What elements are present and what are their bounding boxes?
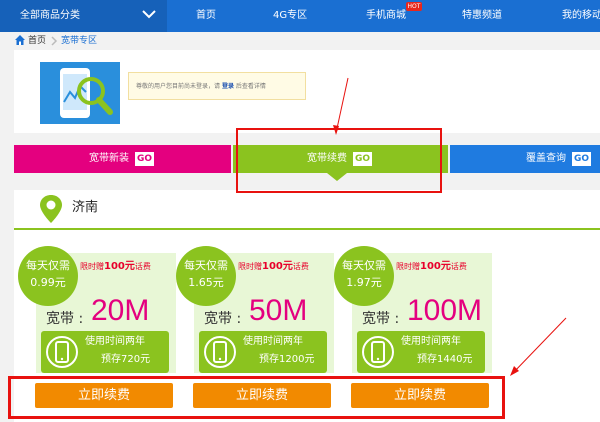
- mobile-phone-icon: [204, 336, 236, 368]
- hot-badge: HOT: [406, 2, 422, 11]
- city-name[interactable]: 济南: [72, 200, 98, 216]
- prestore-amount: 预存720元: [101, 354, 151, 365]
- broadband-label: 宽带 :: [46, 311, 84, 327]
- plan-terms-box: 使用时间两年 预存720元: [41, 331, 169, 373]
- broadband-label: 宽带 :: [362, 311, 400, 327]
- tab-new-broadband-label: 宽带新装: [89, 153, 129, 164]
- plan-speed: 20M: [91, 294, 150, 327]
- plan-speed: 100M: [407, 294, 483, 327]
- daily-price-value: 1.97元: [346, 276, 382, 289]
- nav-home[interactable]: 首页: [196, 0, 216, 32]
- login-link[interactable]: 登录: [222, 83, 234, 90]
- city-section: [14, 190, 600, 228]
- mobile-phone-icon: [46, 336, 78, 368]
- tab-new-broadband[interactable]: 宽带新装 GO: [14, 145, 231, 173]
- plan-speed: 50M: [249, 294, 308, 327]
- use-period: 使用时间两年: [243, 336, 303, 347]
- nav-4g[interactable]: 4G专区: [273, 0, 307, 32]
- category-menu-label: 全部商品分类: [20, 10, 80, 21]
- location-pin-icon: [40, 195, 62, 223]
- daily-price-value: 0.99元: [30, 276, 66, 289]
- go-badge: GO: [572, 152, 592, 166]
- daily-price-value: 1.65元: [188, 276, 224, 289]
- mobile-phone-icon: [362, 336, 394, 368]
- use-period: 使用时间两年: [401, 336, 461, 347]
- daily-price-label: 每天仅需: [342, 259, 386, 272]
- annotation-box-renewal-tab: [236, 128, 442, 193]
- notice-text: 尊敬的用户您目前尚未登录，请: [136, 83, 221, 90]
- annotation-box-renew-buttons: [8, 376, 505, 419]
- plan-terms-box: 使用时间两年 预存1200元: [199, 331, 327, 373]
- daily-price-label: 每天仅需: [184, 259, 228, 272]
- tab-coverage-query[interactable]: 覆盖查询 GO: [450, 145, 600, 173]
- promo-text: 限时赠100元话费: [396, 261, 467, 272]
- broadband-label: 宽带 :: [204, 311, 242, 327]
- notice-text-after: 后查看详情: [235, 83, 266, 90]
- daily-price-circle: 每天仅需 1.97元: [334, 246, 394, 306]
- category-menu[interactable]: 全部商品分类: [0, 0, 167, 32]
- prestore-amount: 预存1440元: [417, 354, 473, 365]
- plan-terms-box: 使用时间两年 预存1440元: [357, 331, 485, 373]
- phone-magnifier-icon: [40, 62, 120, 124]
- prestore-amount: 预存1200元: [259, 354, 315, 365]
- nav-my-mobile[interactable]: 我的移动: [562, 0, 600, 32]
- home-icon: [15, 35, 25, 45]
- nav-specials[interactable]: 特惠频道: [462, 0, 502, 32]
- breadcrumb-current: 宽带专区: [61, 36, 98, 46]
- daily-price-circle: 每天仅需 1.65元: [176, 246, 236, 306]
- promo-text: 限时赠100元话费: [80, 261, 151, 272]
- chevron-right-icon: [51, 36, 58, 46]
- promo-text: 限时赠100元话费: [238, 261, 309, 272]
- tab-coverage-query-label: 覆盖查询: [526, 153, 566, 164]
- daily-price-circle: 每天仅需 0.99元: [18, 246, 78, 306]
- nav-phone-mall[interactable]: 手机商城: [366, 0, 406, 32]
- breadcrumb-home[interactable]: 首页: [28, 35, 46, 47]
- use-period: 使用时间两年: [85, 336, 145, 347]
- daily-price-label: 每天仅需: [26, 259, 70, 272]
- go-badge: GO: [135, 152, 155, 166]
- login-notice: 尊敬的用户您目前尚未登录，请 登录 后查看详情: [128, 72, 306, 100]
- chevron-down-icon: [142, 10, 156, 19]
